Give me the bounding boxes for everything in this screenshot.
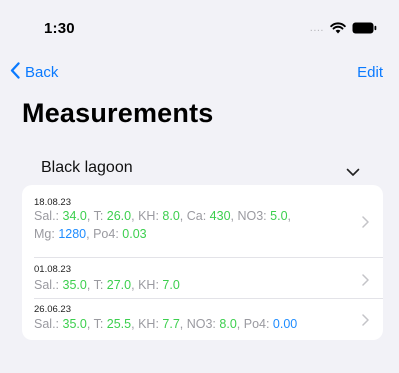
temperature-label: T:: [93, 209, 107, 223]
chevron-right-icon: [362, 215, 369, 233]
temperature-label: T:: [93, 278, 107, 292]
salinity-value: 35.0: [62, 317, 87, 331]
temperature-value: 26.0: [106, 209, 132, 223]
measurement-values: Sal.: 34.0, T: 26.0, KH: 8.0, Ca: 430, N…: [34, 209, 292, 241]
measurement-values: Sal.: 35.0, T: 27.0, KH: 7.0: [34, 278, 180, 292]
status-bar: 1:30 ....: [0, 0, 399, 50]
wifi-icon: [330, 22, 346, 34]
back-label: Back: [25, 64, 59, 81]
chevron-right-icon: [362, 273, 369, 291]
tank-picker[interactable]: Black lagoon: [22, 155, 362, 183]
nitrate-label: NO3:: [186, 317, 220, 331]
nitrate-label: NO3:: [237, 209, 271, 223]
page-title: Measurements: [22, 98, 214, 128]
nitrate-value: 8.0: [219, 317, 237, 331]
chevron-down-icon: [346, 164, 360, 182]
measurement-row[interactable]: 26.06.23 Sal.: 35.0, T: 25.5, KH: 7.7, N…: [22, 299, 383, 340]
salinity-label: Sal.:: [34, 278, 63, 292]
calcium-value: 430: [209, 209, 231, 223]
salinity-value: 35.0: [62, 278, 87, 292]
kh-value: 7.7: [162, 317, 180, 331]
measurement-date: 01.08.23: [34, 264, 71, 275]
temperature-value: 27.0: [106, 278, 132, 292]
measurement-row[interactable]: 01.08.23 Sal.: 35.0, T: 27.0, KH: 7.0: [22, 258, 383, 299]
edit-button[interactable]: Edit: [357, 64, 383, 81]
calcium-label: Ca:: [186, 209, 210, 223]
chevron-right-icon: [362, 313, 369, 331]
phosphate-value: 0.03: [122, 227, 147, 241]
kh-value: 7.0: [162, 278, 180, 292]
measurement-values: Sal.: 35.0, T: 25.5, KH: 7.7, NO3: 8.0, …: [34, 317, 298, 331]
magnesium-value: 1280: [58, 227, 87, 241]
magnesium-label: Mg:: [34, 227, 59, 241]
nitrate-value: 5.0: [270, 209, 288, 223]
measurement-row[interactable]: 18.08.23 Sal.: 34.0, T: 26.0, KH: 8.0, C…: [22, 185, 383, 258]
phosphate-value: 0.00: [272, 317, 298, 331]
temperature-value: 25.5: [106, 317, 132, 331]
salinity-label: Sal.:: [34, 209, 63, 223]
back-button[interactable]: Back: [10, 62, 58, 83]
phosphate-label: Po4:: [243, 317, 273, 331]
chevron-left-icon: [10, 62, 25, 83]
tank-picker-value: Black lagoon: [41, 159, 133, 176]
phosphate-label: Po4:: [93, 227, 123, 241]
status-icons: ....: [310, 22, 377, 34]
battery-icon: [352, 22, 377, 34]
status-time: 1:30: [44, 20, 75, 37]
measurements-list: 18.08.23 Sal.: 34.0, T: 26.0, KH: 8.0, C…: [22, 185, 383, 340]
signal-icon: ....: [309, 22, 324, 34]
measurement-date: 26.06.23: [34, 304, 71, 315]
kh-label: KH:: [138, 209, 163, 223]
kh-label: KH:: [138, 278, 163, 292]
kh-value: 8.0: [162, 209, 180, 223]
salinity-value: 34.0: [62, 209, 87, 223]
navigation-bar: Back Edit: [0, 58, 399, 88]
kh-label: KH:: [138, 317, 163, 331]
temperature-label: T:: [93, 317, 107, 331]
salinity-label: Sal.:: [34, 317, 63, 331]
